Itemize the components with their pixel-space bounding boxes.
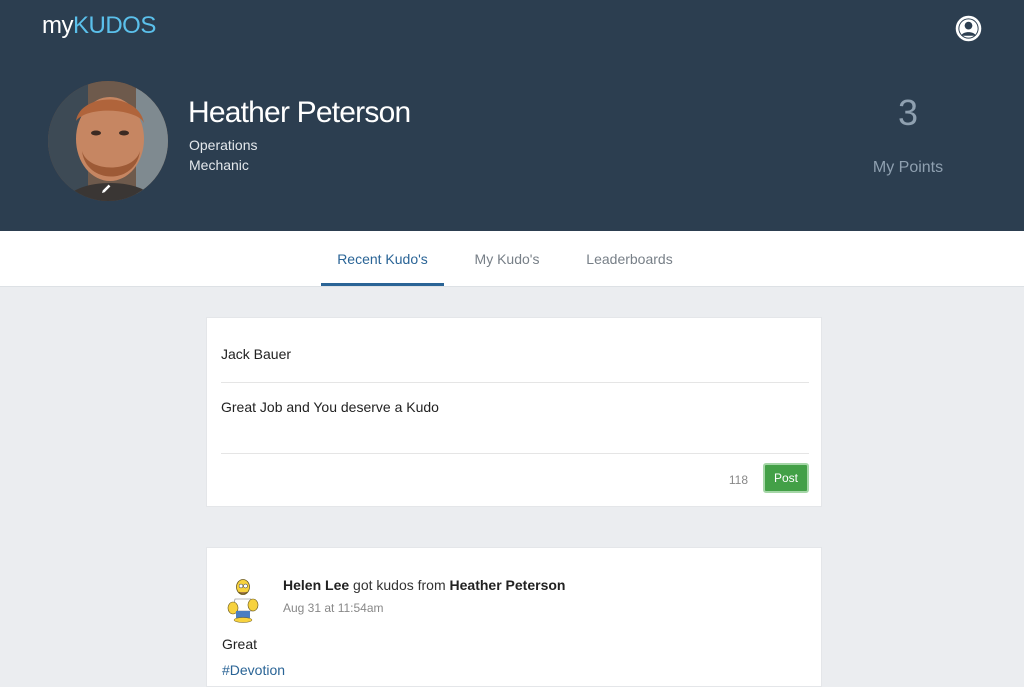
feed-sender[interactable]: Heather Peterson [450, 577, 566, 593]
points-value: 3 [897, 92, 919, 133]
tab-recent-kudos[interactable]: Recent Kudo's [321, 231, 444, 286]
feed-verb: got kudos from [353, 577, 446, 593]
profile-name: Heather Peterson [188, 96, 411, 129]
tab-leaderboards[interactable]: Leaderboards [574, 231, 685, 286]
composer-divider [221, 382, 809, 383]
feed-timestamp: Aug 31 at 11:54am [283, 601, 384, 615]
app-logo[interactable]: myKUDOS [42, 12, 156, 40]
pencil-icon[interactable] [100, 183, 112, 195]
tab-bar: Recent Kudo's My Kudo's Leaderboards [0, 231, 1024, 287]
post-button[interactable]: Post [763, 463, 809, 493]
feed-recipient[interactable]: Helen Lee [283, 577, 349, 593]
logo-prefix: my [42, 12, 74, 39]
recipient-input[interactable] [221, 346, 808, 362]
kudo-composer: Great Job and You deserve a Kudo 118 Pos… [206, 317, 822, 507]
cartoon-avatar-icon [221, 575, 265, 623]
feed-item: Helen Lee got kudos from Heather Peterso… [206, 547, 822, 687]
points-label: My Points [872, 159, 944, 176]
profile-department: Operations [189, 137, 258, 153]
feed-headline: Helen Lee got kudos from Heather Peterso… [283, 577, 565, 593]
composer-divider [221, 453, 809, 454]
feed-hashtag[interactable]: #Devotion [222, 662, 285, 678]
logo-accent: KUDOS [73, 12, 156, 39]
char-counter: 118 [728, 473, 748, 487]
profile-header: myKUDOS Heather Peterson Operations Mech… [0, 0, 1024, 231]
feed-message: Great [222, 636, 258, 652]
message-input[interactable]: Great Job and You deserve a Kudo [221, 399, 808, 449]
user-circle-icon[interactable] [955, 15, 982, 42]
tab-my-kudos[interactable]: My Kudo's [462, 231, 552, 286]
profile-role: Mechanic [189, 157, 249, 173]
